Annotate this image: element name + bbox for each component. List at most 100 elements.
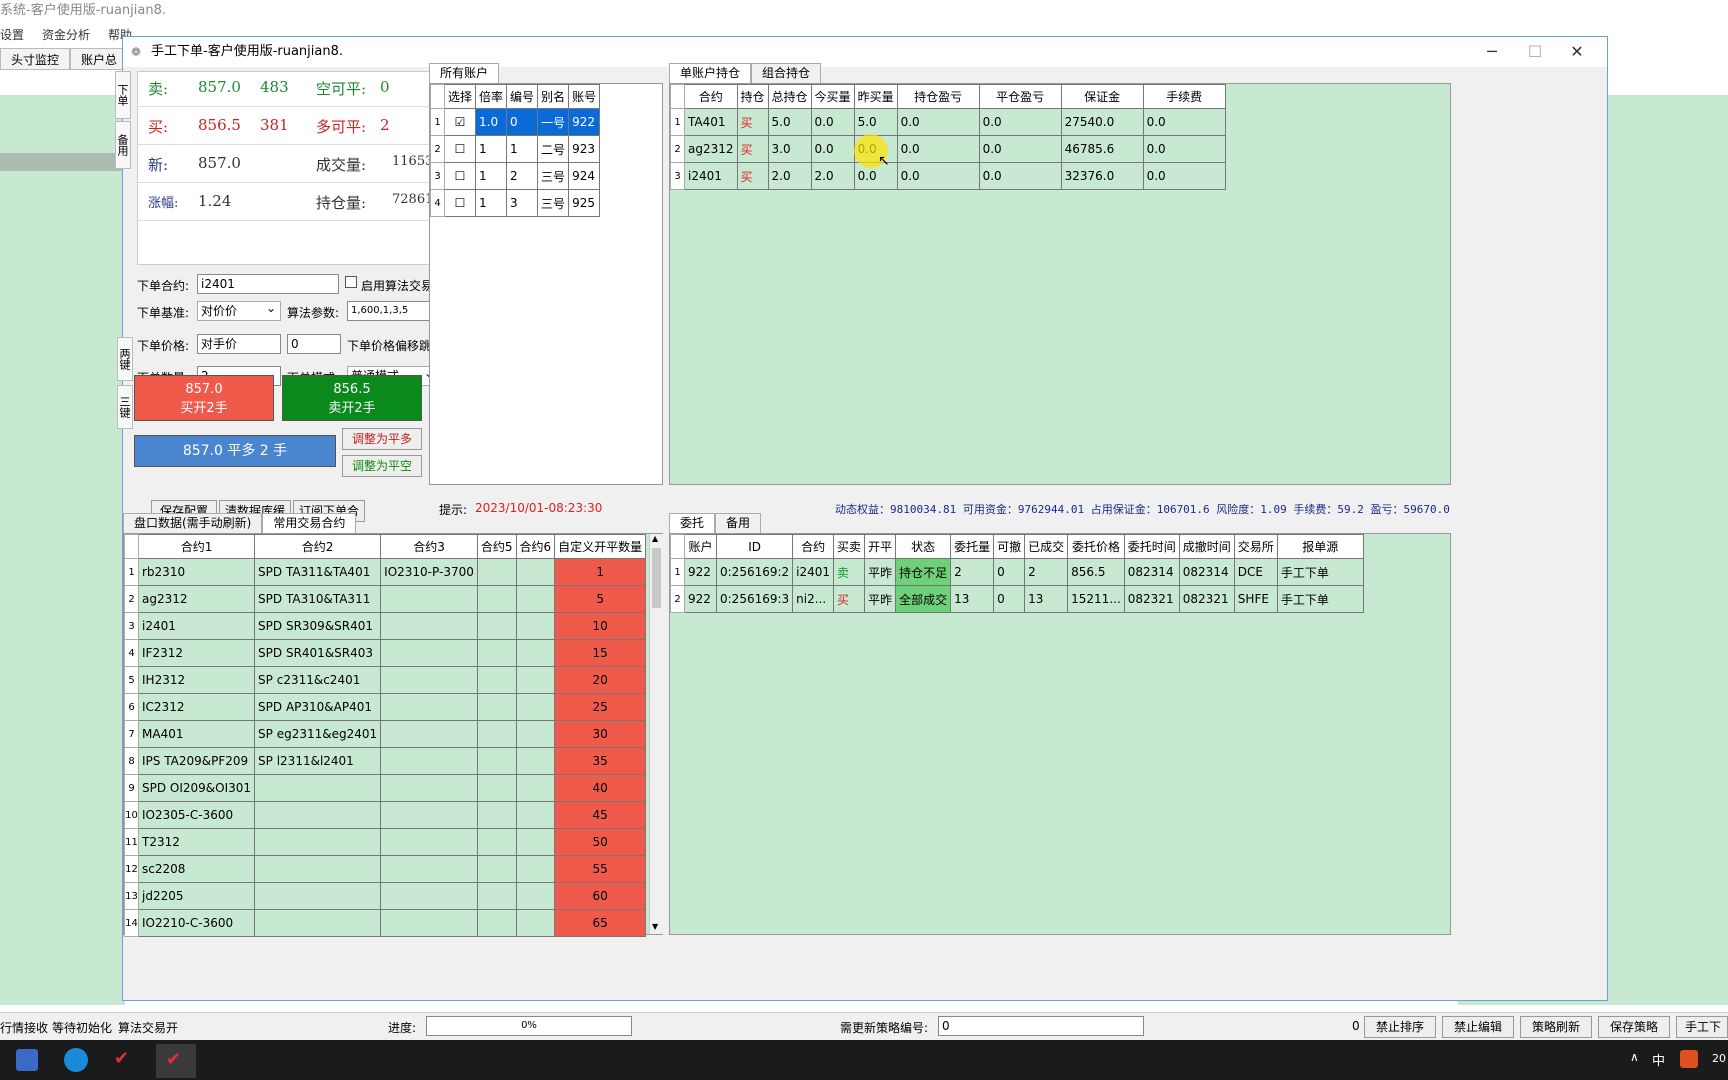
- tab-three-key[interactable]: 三键: [117, 385, 133, 429]
- table-cell[interactable]: IH2312: [137, 666, 256, 694]
- table-row[interactable]: 11 T2312 50: [124, 828, 647, 856]
- table-row[interactable]: 1 rb2310 SPD TA311&TA401 IO2310-P-3700 1: [124, 558, 647, 586]
- price-offset-spinner[interactable]: 0: [287, 334, 341, 354]
- empty-cell[interactable]: [476, 774, 517, 802]
- empty-cell[interactable]: [476, 585, 517, 613]
- side-tab-order[interactable]: 下单: [115, 71, 131, 119]
- strategy-input[interactable]: 0: [938, 1016, 1144, 1036]
- maximize-button[interactable]: ☐: [1512, 37, 1558, 67]
- side-tab-backup[interactable]: 备用: [115, 121, 131, 169]
- algo-checkbox[interactable]: [345, 276, 357, 288]
- empty-cell[interactable]: [476, 855, 517, 883]
- column-header[interactable]: 合约: [792, 534, 835, 559]
- column-header[interactable]: 编号: [506, 84, 539, 109]
- custom-qty-cell[interactable]: 25: [554, 693, 647, 721]
- adjust-close-short-button[interactable]: 调整为平空: [342, 455, 422, 477]
- column-header[interactable]: 合约6: [515, 534, 556, 559]
- table-cell[interactable]: [380, 774, 478, 802]
- tab-position-monitor[interactable]: 头寸监控: [0, 48, 71, 70]
- custom-qty-cell[interactable]: 30: [554, 720, 647, 748]
- table-row[interactable]: 4 ☐ 1 3 三号 925: [430, 189, 601, 217]
- column-header[interactable]: 委托时间: [1123, 534, 1180, 559]
- tab-combo-positions[interactable]: 组合持仓: [751, 63, 822, 83]
- tab-common-contracts[interactable]: 常用交易合约: [262, 513, 357, 533]
- table-cell[interactable]: jd2205: [137, 882, 256, 910]
- table-cell[interactable]: IO2210-C-3600: [137, 909, 256, 937]
- table-row[interactable]: 3 i2401 买 2.0 2.0 0.0 0.0 0.0 32376.0 0.0: [670, 162, 1226, 190]
- table-cell[interactable]: [380, 747, 478, 775]
- column-header[interactable]: 平仓盈亏: [978, 84, 1062, 109]
- contracts-scrollbar[interactable]: ▲ ▼: [649, 534, 663, 934]
- empty-cell[interactable]: [515, 720, 556, 748]
- active-app-taskbar[interactable]: ✔: [156, 1044, 196, 1078]
- empty-cell[interactable]: [515, 693, 556, 721]
- custom-qty-cell[interactable]: 45: [554, 801, 647, 829]
- basis-select[interactable]: 对价价: [197, 299, 281, 321]
- tab-orders[interactable]: 委托: [669, 513, 716, 533]
- table-cell[interactable]: IO2305-C-3600: [137, 801, 256, 829]
- column-header[interactable]: 手续费: [1142, 84, 1226, 109]
- select-checkbox[interactable]: ☐: [443, 162, 477, 190]
- empty-cell[interactable]: [515, 828, 556, 856]
- table-cell[interactable]: i2401: [137, 612, 256, 640]
- manual-order-button[interactable]: 手工下单: [1676, 1016, 1728, 1038]
- empty-cell[interactable]: [476, 882, 517, 910]
- table-cell[interactable]: [254, 855, 382, 883]
- table-row[interactable]: 12 sc2208 55: [124, 855, 647, 883]
- menu-settings[interactable]: 设置: [0, 24, 24, 46]
- table-cell[interactable]: [254, 882, 382, 910]
- table-cell[interactable]: [380, 585, 478, 613]
- custom-qty-cell[interactable]: 20: [554, 666, 647, 694]
- column-header[interactable]: 总持仓: [767, 84, 812, 109]
- custom-qty-cell[interactable]: 65: [554, 909, 647, 937]
- table-cell[interactable]: [254, 909, 382, 937]
- table-row[interactable]: 2ag2312买3.00.00.00.00.046785.60.0: [670, 135, 1226, 163]
- column-header[interactable]: 委托价格: [1067, 534, 1125, 559]
- empty-cell[interactable]: [476, 801, 517, 829]
- table-cell[interactable]: SPD SR309&SR401: [254, 612, 382, 640]
- empty-cell[interactable]: [515, 747, 556, 775]
- column-header[interactable]: 选择: [443, 84, 477, 109]
- column-header[interactable]: 昨买量: [853, 84, 898, 109]
- table-cell[interactable]: [254, 801, 382, 829]
- empty-cell[interactable]: [476, 666, 517, 694]
- empty-cell[interactable]: [515, 774, 556, 802]
- empty-cell[interactable]: [515, 855, 556, 883]
- column-header[interactable]: 已成交: [1024, 534, 1069, 559]
- select-checkbox[interactable]: ☐: [443, 189, 477, 217]
- table-cell[interactable]: ag2312: [137, 585, 256, 613]
- tab-account-summary[interactable]: 账户总: [70, 48, 129, 70]
- scroll-down-icon[interactable]: ▼: [652, 922, 658, 931]
- table-cell[interactable]: [380, 909, 478, 937]
- custom-qty-cell[interactable]: 15: [554, 639, 647, 667]
- custom-qty-cell[interactable]: 10: [554, 612, 647, 640]
- adjust-close-long-button[interactable]: 调整为平多: [342, 428, 422, 450]
- column-header[interactable]: 买卖: [833, 534, 866, 559]
- computer-icon[interactable]: [16, 1049, 38, 1071]
- tab-single-account-positions[interactable]: 单账户持仓: [669, 63, 752, 83]
- custom-qty-cell[interactable]: 50: [554, 828, 647, 856]
- column-header[interactable]: ID: [715, 534, 794, 559]
- refresh-strategy-button[interactable]: 策略刷新: [1520, 1016, 1592, 1038]
- table-cell[interactable]: SPD OI209&OI301: [137, 774, 256, 802]
- table-cell[interactable]: [380, 720, 478, 748]
- table-row[interactable]: 7 MA401 SP eg2311&eg2401 30: [124, 720, 647, 748]
- custom-qty-cell[interactable]: 35: [554, 747, 647, 775]
- column-header[interactable]: 状态: [895, 534, 952, 559]
- table-cell[interactable]: [380, 801, 478, 829]
- column-header[interactable]: 自定义开平数量: [554, 534, 647, 559]
- column-header[interactable]: 合约5: [476, 534, 517, 559]
- empty-cell[interactable]: [515, 558, 556, 586]
- table-cell[interactable]: IO2310-P-3700: [380, 558, 478, 586]
- table-cell[interactable]: SP l2311&l2401: [254, 747, 382, 775]
- table-cell[interactable]: MA401: [137, 720, 256, 748]
- table-cell[interactable]: [380, 666, 478, 694]
- close-button[interactable]: ✕: [1554, 37, 1600, 67]
- empty-cell[interactable]: [476, 747, 517, 775]
- table-row[interactable]: 4 IF2312 SPD SR401&SR403 15: [124, 639, 647, 667]
- disable-sort-button[interactable]: 禁止排序: [1364, 1016, 1436, 1038]
- table-row[interactable]: 13 jd2205 60: [124, 882, 647, 910]
- table-row[interactable]: 10 IO2305-C-3600 45: [124, 801, 647, 829]
- table-cell[interactable]: [380, 639, 478, 667]
- table-row[interactable]: 6 IC2312 SPD AP310&AP401 25: [124, 693, 647, 721]
